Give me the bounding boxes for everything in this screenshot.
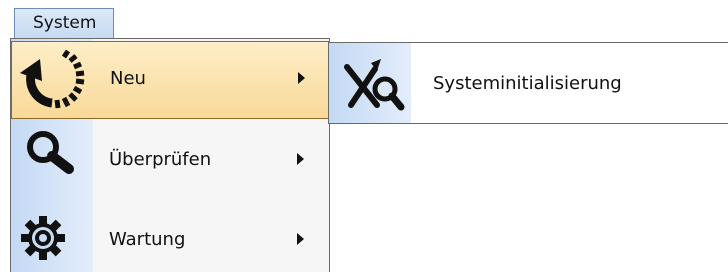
menu-item-neu[interactable]: Neu xyxy=(11,41,329,119)
gear-icon xyxy=(17,201,87,271)
refresh-icon xyxy=(18,45,88,115)
submenu-arrow-icon xyxy=(298,72,305,84)
tools-search-icon xyxy=(337,49,407,119)
submenu-arrow-icon xyxy=(297,153,304,165)
submenu-item-systeminitialisierung[interactable]: Systeminitialisierung xyxy=(329,43,728,123)
system-dropdown-menu: Neu Überprüfen Wartung xyxy=(10,38,330,272)
submenu-arrow-icon xyxy=(297,233,304,245)
menu-item-label: Überprüfen xyxy=(109,149,212,170)
menu-item-wartung[interactable]: Wartung xyxy=(11,201,329,272)
menu-system[interactable]: System xyxy=(14,8,114,38)
screen: System Neu Überprüfen Wartung Systeminit… xyxy=(0,0,728,272)
menu-item-ueberpruefen[interactable]: Überprüfen xyxy=(11,121,329,199)
neu-submenu: Systeminitialisierung xyxy=(328,42,728,124)
search-icon xyxy=(17,123,87,193)
menu-bar: System xyxy=(0,0,728,38)
menu-item-label: Neu xyxy=(110,68,146,89)
submenu-item-label: Systeminitialisierung xyxy=(433,73,622,94)
menu-item-label: Wartung xyxy=(109,229,186,250)
